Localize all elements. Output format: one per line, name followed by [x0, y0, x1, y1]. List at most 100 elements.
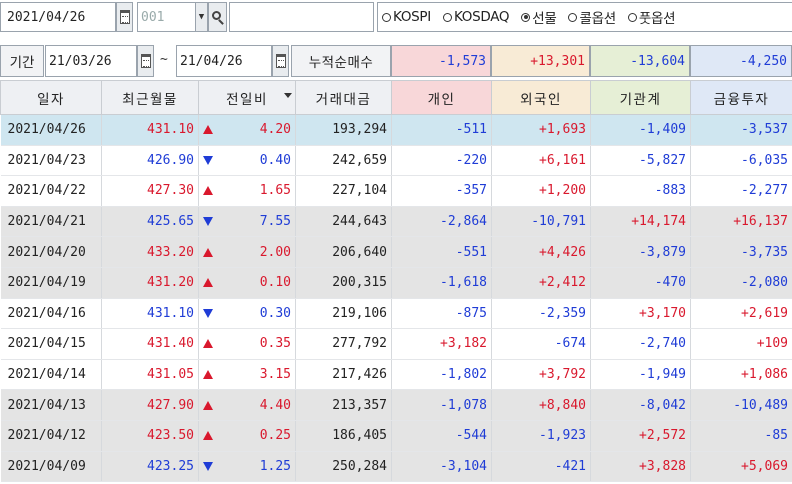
- market-radio-option[interactable]: 콜옵션: [568, 7, 616, 27]
- cell-financial: +16,137: [690, 206, 792, 238]
- cell-foreign: +4,426: [491, 236, 591, 268]
- radio-unchecked-icon[interactable]: [382, 12, 391, 22]
- cell-price: 423.25: [101, 451, 199, 483]
- up-triangle-icon: [203, 247, 213, 257]
- cumulative-financial: -4,250: [690, 45, 792, 77]
- cell-institution: +3,828: [590, 451, 691, 483]
- cell-change: 2.00: [198, 236, 296, 268]
- date-input[interactable]: 2021/04/26: [0, 2, 116, 32]
- table-row[interactable]: 2021/04/22 427.30 1.65 227,104 -357 +1,200 -88…: [0, 175, 792, 207]
- market-radio-option[interactable]: KOSDAQ: [442, 9, 510, 25]
- change-value: 0.10: [259, 275, 291, 291]
- change-value: 4.20: [259, 122, 291, 138]
- cell-institution: -470: [590, 267, 691, 299]
- cell-institution: -1,409: [590, 114, 691, 146]
- cell-foreign: -1,923: [491, 420, 591, 452]
- cell-individual: -1,802: [391, 359, 492, 391]
- market-radio-option[interactable]: 선물: [521, 7, 557, 27]
- header-individual[interactable]: 개인: [391, 80, 492, 115]
- radio-unchecked-icon[interactable]: [568, 12, 578, 22]
- up-triangle-icon: [203, 339, 213, 349]
- cell-change: 0.25: [198, 420, 296, 452]
- date-to-input[interactable]: 21/04/26: [176, 45, 272, 77]
- cell-price: 433.20: [101, 236, 199, 268]
- top-toolbar: 2021/04/26 001 ▼ KOSPI KOSDAQ 선물 콜옵션 풋옵션: [0, 0, 792, 36]
- cell-foreign: +8,840: [491, 389, 591, 421]
- search-icon[interactable]: [208, 2, 227, 32]
- table-row[interactable]: 2021/04/26 431.10 4.20 193,294 -511 +1,693 -1,…: [0, 114, 792, 146]
- table-row[interactable]: 2021/04/12 423.50 0.25 186,405 -544 -1,923 +2,…: [0, 420, 792, 452]
- header-date[interactable]: 일자: [0, 80, 102, 115]
- cell-foreign: +2,412: [491, 267, 591, 299]
- cell-financial: -2,277: [690, 175, 792, 207]
- market-radio-option[interactable]: KOSPI: [382, 9, 431, 25]
- chevron-down-icon[interactable]: ▼: [195, 2, 208, 32]
- header-institution[interactable]: 기관계: [590, 80, 691, 115]
- table-row[interactable]: 2021/04/09 423.25 1.25 250,284 -3,104 -421 +3,…: [0, 451, 792, 483]
- calendar-icon[interactable]: [137, 45, 154, 77]
- sort-down-icon[interactable]: [284, 93, 292, 98]
- cell-change: 7.55: [198, 206, 296, 238]
- cell-individual: -2,864: [391, 206, 492, 238]
- code-input[interactable]: 001: [137, 2, 197, 32]
- date-from-value: 21/03/26: [49, 53, 112, 69]
- change-value: 0.25: [259, 428, 291, 444]
- cell-value: 227,104: [295, 175, 392, 207]
- cell-financial: -85: [690, 420, 792, 452]
- radio-unchecked-icon[interactable]: [627, 12, 637, 22]
- code-input-value: 001: [141, 9, 165, 25]
- cell-foreign: -421: [491, 451, 591, 483]
- table-row[interactable]: 2021/04/19 431.20 0.10 200,315 -1,618 +2,412-…: [0, 267, 792, 299]
- cell-date: 2021/04/09: [0, 451, 102, 483]
- cell-foreign: -2,359: [491, 298, 591, 330]
- header-price[interactable]: 최근월물: [101, 80, 199, 115]
- cell-value: 193,294: [295, 114, 392, 146]
- radio-unchecked-icon[interactable]: [442, 12, 452, 22]
- market-radio-option[interactable]: 풋옵션: [627, 7, 676, 27]
- header-foreign[interactable]: 외국인: [491, 80, 591, 115]
- change-value: 3.15: [259, 367, 291, 383]
- cell-change: 4.40: [198, 389, 296, 421]
- change-value: 7.55: [259, 214, 291, 230]
- cell-financial: +1,086: [690, 359, 792, 391]
- cell-institution: -3,879: [590, 236, 691, 268]
- cell-change: 1.65: [198, 175, 296, 207]
- up-triangle-icon: [203, 186, 213, 196]
- radio-checked-icon[interactable]: [521, 12, 531, 22]
- header-value[interactable]: 거래대금: [295, 80, 392, 115]
- cell-date: 2021/04/13: [0, 389, 102, 421]
- cell-value: 213,357: [295, 389, 392, 421]
- table-row[interactable]: 2021/04/21 425.65 7.55 244,643 -2,864 -10,791…: [0, 206, 792, 238]
- cell-date: 2021/04/22: [0, 175, 102, 207]
- table-row[interactable]: 2021/04/16 431.10 0.30 219,106 -875 -2,359 +3,…: [0, 298, 792, 330]
- cell-financial: -2,080: [690, 267, 792, 299]
- cell-individual: -544: [391, 420, 492, 452]
- table-row[interactable]: 2021/04/14 431.05 3.15 217,426 -1,802 +3,792-…: [0, 359, 792, 391]
- cell-value: 200,315: [295, 267, 392, 299]
- cell-change: 0.40: [198, 145, 296, 177]
- change-value: 0.40: [259, 152, 291, 168]
- table-row[interactable]: 2021/04/15 431.40 0.35 277,792 +3,182 -674 -2,…: [0, 328, 792, 360]
- table-row[interactable]: 2021/04/23 426.90 0.40 242,659 -220 +6,161 -5,…: [0, 145, 792, 177]
- header-financial[interactable]: 금융투자: [690, 80, 792, 115]
- investor-trading-table: 일자 최근월물 전일비 거래대금 개인 외국인 기관계 금융투자 2021/04…: [0, 80, 792, 483]
- cell-individual: -875: [391, 298, 492, 330]
- cell-individual: -357: [391, 175, 492, 207]
- cell-date: 2021/04/21: [0, 206, 102, 238]
- change-value: 0.35: [259, 336, 291, 352]
- date-from-input[interactable]: 21/03/26: [45, 45, 137, 77]
- cell-individual: -551: [391, 236, 492, 268]
- cell-change: 1.25: [198, 451, 296, 483]
- cell-change: 0.10: [198, 267, 296, 299]
- table-row[interactable]: 2021/04/20 433.20 2.00 206,640 -551 +4,426 -3,…: [0, 236, 792, 268]
- up-triangle-icon: [203, 125, 213, 135]
- table-row[interactable]: 2021/04/13 427.90 4.40 213,357 -1,078 +8,840-…: [0, 389, 792, 421]
- calendar-icon[interactable]: [116, 2, 133, 32]
- header-change[interactable]: 전일비: [198, 80, 296, 115]
- cell-change: 3.15: [198, 359, 296, 391]
- cell-value: 217,426: [295, 359, 392, 391]
- change-value: 2.00: [259, 244, 291, 260]
- calendar-icon[interactable]: [272, 45, 289, 77]
- cell-individual: -511: [391, 114, 492, 146]
- cell-price: 423.50: [101, 420, 199, 452]
